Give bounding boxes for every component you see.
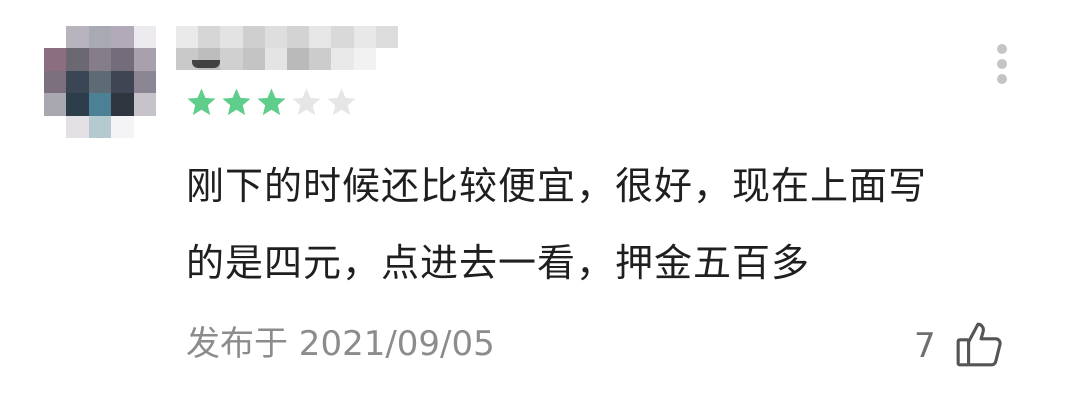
- username-fragment: [192, 60, 220, 68]
- more-options-button[interactable]: [986, 40, 1018, 88]
- star-filled-icon: [255, 86, 288, 120]
- star-empty-icon: [290, 86, 323, 120]
- more-vertical-icon-dot: [997, 59, 1007, 69]
- avatar[interactable]: [44, 26, 156, 138]
- post-date: 发布于 2021/09/05: [186, 324, 495, 364]
- like-button[interactable]: 7: [914, 316, 1004, 372]
- review-text-line: 的是四元，点进去一看，押金五百多: [186, 241, 811, 285]
- review-text-line: 刚下的时候还比较便宜，很好，现在上面写: [186, 164, 928, 208]
- like-count: 7: [914, 326, 936, 366]
- review-text: 刚下的时候还比较便宜，很好，现在上面写 的是四元，点进去一看，押金五百多: [186, 148, 1006, 302]
- star-empty-icon: [325, 86, 358, 120]
- star-filled-icon: [185, 86, 218, 120]
- star-rating: [185, 86, 358, 120]
- star-filled-icon: [220, 86, 253, 120]
- thumbs-up-icon[interactable]: [954, 319, 1004, 369]
- more-vertical-icon: [997, 44, 1007, 54]
- more-vertical-icon-dot: [997, 74, 1007, 84]
- review-card: 刚下的时候还比较便宜，很好，现在上面写 的是四元，点进去一看，押金五百多 发布于…: [0, 0, 1080, 400]
